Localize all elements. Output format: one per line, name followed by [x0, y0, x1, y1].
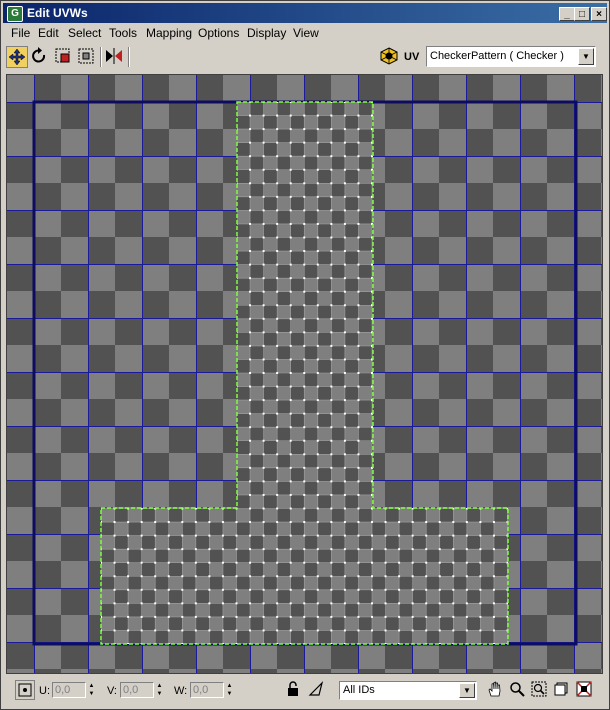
zoom-extents-button[interactable] — [552, 680, 572, 700]
offset-mode-icon — [18, 683, 32, 697]
menu-mapping[interactable]: Mapping — [146, 26, 192, 40]
zoom-extents-icon — [554, 682, 568, 696]
close-button[interactable]: × — [591, 7, 607, 21]
app-icon: G — [7, 6, 23, 22]
filter-selected-icon — [576, 681, 592, 697]
zoom-button[interactable] — [508, 680, 528, 700]
menu-file[interactable]: File — [11, 26, 30, 40]
show-map-button[interactable] — [379, 46, 401, 68]
scale-icon — [55, 48, 70, 63]
scale-button[interactable] — [53, 46, 75, 68]
filter-selected-button[interactable] — [575, 680, 595, 700]
toolbar-separator — [100, 47, 102, 67]
freeform-button[interactable] — [76, 46, 98, 68]
mirror-button[interactable] — [104, 46, 126, 68]
lock-button[interactable] — [284, 680, 304, 700]
pan-button[interactable] — [486, 680, 506, 700]
status-bar: U: 0,0 ▲ ▼ V: 0,0 ▲ ▼ W: 0,0 ▲ ▼ All IDs ▼ — [3, 677, 607, 705]
rotate-icon — [32, 47, 46, 63]
u-spinner-icon[interactable]: ▲ ▼ — [87, 682, 96, 698]
u-label: U: — [39, 685, 50, 697]
texture-dropdown-value: CheckerPattern ( Checker ) — [430, 50, 564, 62]
zoom-icon — [510, 682, 525, 697]
maximize-button[interactable]: □ — [574, 7, 590, 21]
v-input[interactable]: 0,0 — [120, 682, 154, 698]
menu-options[interactable]: Options — [198, 26, 239, 40]
zoom-region-icon — [531, 681, 547, 697]
edit-uvws-window: G Edit UVWs _ □ × File Edit Select Tools… — [0, 0, 610, 710]
w-spinner-icon[interactable]: ▲ ▼ — [225, 682, 234, 698]
toolbar: UV CheckerPattern ( Checker ) ▼ — [3, 43, 607, 71]
lock-icon — [288, 681, 298, 696]
menu-tools[interactable]: Tools — [109, 26, 137, 40]
mirror-icon — [106, 48, 122, 64]
show-map-icon — [380, 47, 398, 65]
uv-canvas[interactable] — [7, 75, 602, 673]
absolute-offset-button[interactable] — [15, 680, 35, 700]
move-button[interactable] — [6, 46, 28, 68]
uv-editor-viewport[interactable] — [6, 74, 603, 674]
toolbar-separator — [128, 47, 130, 67]
menu-view[interactable]: View — [293, 26, 319, 40]
menu-bar: File Edit Select Tools Mapping Options D… — [3, 24, 607, 42]
texture-dropdown[interactable]: CheckerPattern ( Checker ) ▼ — [426, 46, 596, 67]
material-id-value: All IDs — [343, 684, 375, 696]
w-label: W: — [174, 685, 188, 697]
chevron-down-icon: ▼ — [578, 48, 594, 65]
menu-display[interactable]: Display — [247, 26, 286, 40]
paint-select-button[interactable] — [307, 680, 327, 700]
menu-edit[interactable]: Edit — [38, 26, 59, 40]
title-bar[interactable]: G Edit UVWs _ □ × — [3, 3, 607, 23]
menu-select[interactable]: Select — [68, 26, 101, 40]
w-input[interactable]: 0,0 — [190, 682, 224, 698]
v-label: V: — [107, 685, 117, 697]
material-id-dropdown[interactable]: All IDs ▼ — [339, 681, 477, 700]
move-icon — [8, 48, 26, 66]
rotate-button[interactable] — [29, 46, 51, 68]
minimize-button[interactable]: _ — [559, 7, 575, 21]
triangle-select-icon — [308, 681, 324, 696]
v-spinner-icon[interactable]: ▲ ▼ — [155, 682, 164, 698]
hand-pan-icon — [488, 681, 501, 697]
window-title: Edit UVWs — [27, 6, 88, 20]
freeform-icon — [78, 48, 94, 64]
chevron-down-icon: ▼ — [459, 683, 475, 698]
u-input[interactable]: 0,0 — [52, 682, 86, 698]
zoom-region-button[interactable] — [530, 680, 550, 700]
uv-label: UV — [404, 51, 420, 63]
